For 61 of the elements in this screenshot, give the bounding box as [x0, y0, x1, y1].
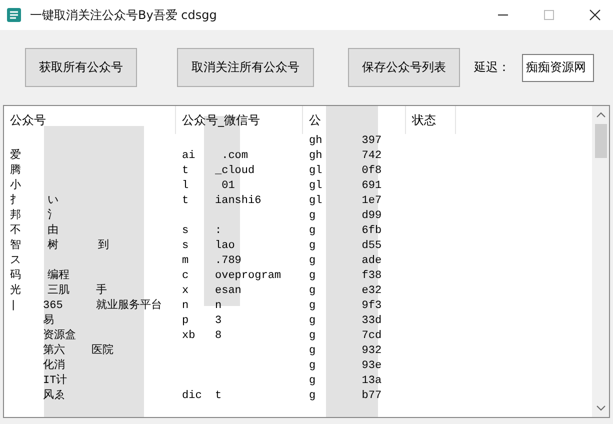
- action-button[interactable]: 取消关注所有公众号: [177, 48, 314, 87]
- window-title: 一键取消关注公众号By吾爱 cdsgg: [30, 6, 217, 24]
- table-cell: gl 1e7: [309, 195, 382, 207]
- close-icon[interactable]: [589, 9, 601, 21]
- table-cell: t _cloud: [182, 165, 255, 177]
- table-cell: gh 742: [309, 150, 382, 162]
- table-cell-text: 易: [42, 315, 54, 327]
- table-cell: | 365 就业服务平台: [10, 300, 162, 312]
- table-cell: g 6fb: [309, 225, 382, 237]
- table-cell: g f38: [309, 270, 382, 282]
- scroll-up-icon[interactable]: [596, 112, 606, 118]
- table-cell: g d55: [309, 240, 382, 252]
- table-cell: 腾: [10, 165, 21, 177]
- table-cell: g 9f3: [309, 300, 382, 312]
- table-cell: 邦 氵: [10, 210, 58, 222]
- table-cell: 小: [10, 180, 21, 192]
- delay-field[interactable]: 痴痴资源网: [522, 54, 594, 82]
- table-cell: 扌 い: [10, 195, 58, 207]
- table-cell: g e32: [309, 285, 382, 297]
- column-header[interactable]: 状态: [406, 106, 456, 134]
- table-cell: 智 树 到: [10, 240, 110, 252]
- table-cell: c oveprogram: [182, 270, 282, 282]
- table-cell: xb 8: [182, 330, 222, 342]
- table-cell: n n: [182, 300, 222, 312]
- table-cell: l 01: [182, 180, 235, 192]
- table-cell: g 33d: [309, 315, 382, 327]
- table-cell: p 3: [182, 315, 222, 327]
- table-cell: s :: [182, 225, 222, 237]
- action-button[interactable]: 保存公众号列表: [348, 48, 460, 87]
- table-cell: g b77: [309, 390, 382, 402]
- table-cell: g 13a: [309, 375, 382, 387]
- table-cell: ス: [10, 255, 21, 267]
- table-cell-text: 资源盒: [42, 330, 76, 342]
- table-cell: 不 由: [10, 225, 58, 237]
- scroll-thumb[interactable]: [594, 124, 606, 158]
- table-cell: 爱: [10, 150, 21, 162]
- table-cell: g d99: [309, 210, 382, 222]
- action-button[interactable]: 获取所有公众号: [25, 48, 137, 87]
- table-cell: gl 691: [309, 180, 382, 192]
- table-cell-text: IT计: [42, 375, 68, 387]
- scrollbar[interactable]: [592, 106, 609, 417]
- table-cell: ai .com: [182, 150, 248, 162]
- table-cell: t ianshi6: [182, 195, 262, 207]
- table-cell: 码 编程: [10, 270, 70, 282]
- table-cell: g 932: [309, 345, 382, 357]
- table-cell: g 7cd: [309, 330, 382, 342]
- table-cell: s lao: [182, 240, 235, 252]
- delay-label: 延迟：: [474, 59, 511, 76]
- table-cell-text: 风ゑ: [42, 390, 66, 402]
- table-cell: m .789: [182, 255, 242, 267]
- table-cell: x esan: [182, 285, 242, 297]
- table-cell: g 93e: [309, 360, 382, 372]
- table-cell-text: 化消: [42, 360, 66, 372]
- table-cell: gh 397: [309, 135, 382, 147]
- table-cell: 光 三肌 手: [10, 285, 107, 297]
- scroll-down-icon[interactable]: [596, 405, 606, 411]
- table-cell: gl 0f8: [309, 165, 382, 177]
- table-cell: dic t: [182, 390, 222, 402]
- table-cell: g ade: [309, 255, 382, 267]
- table-cell-text: 第六 医院: [42, 345, 114, 357]
- app-icon: [6, 7, 22, 23]
